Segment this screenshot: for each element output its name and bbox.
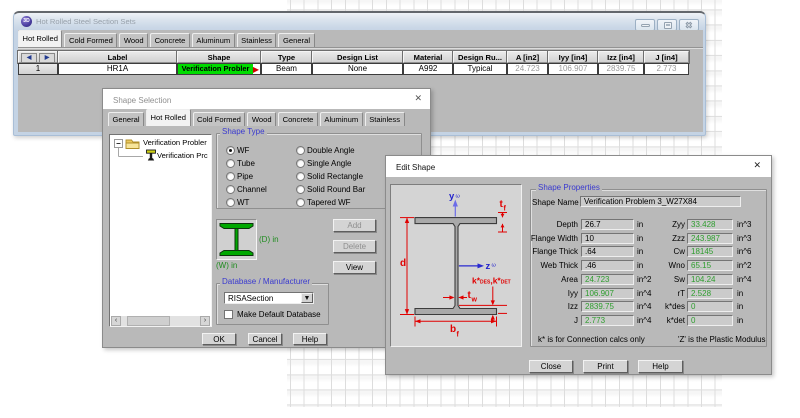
svg-text:b: b bbox=[450, 324, 456, 335]
svg-text:z: z bbox=[486, 261, 491, 272]
svg-text:f: f bbox=[457, 332, 460, 339]
svg-text:w: w bbox=[471, 297, 478, 304]
svg-text:d: d bbox=[400, 258, 406, 269]
svg-text:f: f bbox=[504, 206, 507, 213]
svg-text:ω: ω bbox=[492, 263, 497, 269]
svg-text:k*DES,k*DET: k*DES,k*DET bbox=[472, 276, 511, 286]
svg-text:y: y bbox=[449, 191, 455, 202]
svg-text:ω: ω bbox=[456, 194, 461, 200]
